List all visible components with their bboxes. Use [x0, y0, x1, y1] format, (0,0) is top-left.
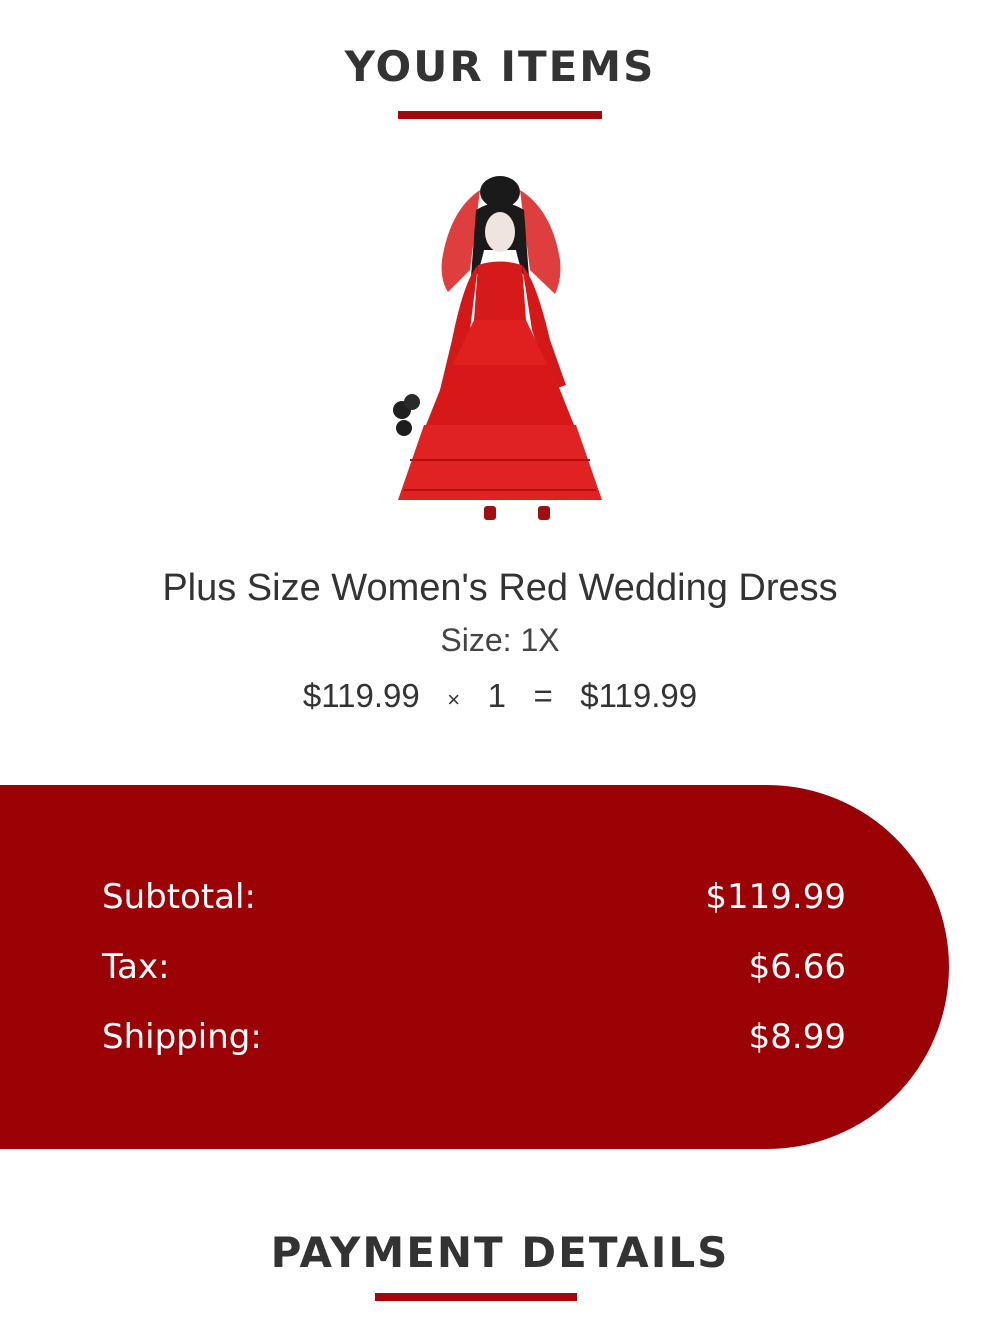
times-sign: ×: [447, 687, 461, 712]
quantity: 1: [487, 677, 506, 714]
product-image: [380, 170, 620, 535]
order-totals-panel: Subtotal: $119.99 Tax: $6.66 Shipping: $…: [0, 785, 949, 1149]
product-name[interactable]: Plus Size Women's Red Wedding Dress: [0, 567, 1000, 610]
red-dress-icon: [393, 176, 602, 520]
payment-details-heading: PAYMENT DETAILS: [270, 1228, 730, 1277]
heading-underline: [375, 1293, 577, 1301]
subtotal-value: $119.99: [705, 877, 846, 917]
tax-value: $6.66: [748, 947, 846, 987]
tax-row: Tax: $6.66: [102, 947, 846, 991]
heading-underline: [398, 111, 602, 119]
subtotal-label: Subtotal:: [102, 877, 256, 917]
line-total: $119.99: [580, 677, 698, 714]
unit-price: $119.99: [302, 677, 420, 714]
shipping-row: Shipping: $8.99: [102, 1017, 846, 1061]
your-items-heading: YOUR ITEMS: [344, 42, 656, 91]
subtotal-row: Subtotal: $119.99: [102, 877, 846, 921]
tax-label: Tax:: [102, 947, 170, 987]
shipping-label: Shipping:: [102, 1017, 262, 1057]
shipping-value: $8.99: [748, 1017, 846, 1057]
product-size: Size: 1X: [440, 622, 560, 658]
product-price-line: $119.99 × 1 = $119.99: [0, 677, 1000, 715]
equals-sign: =: [533, 677, 553, 714]
